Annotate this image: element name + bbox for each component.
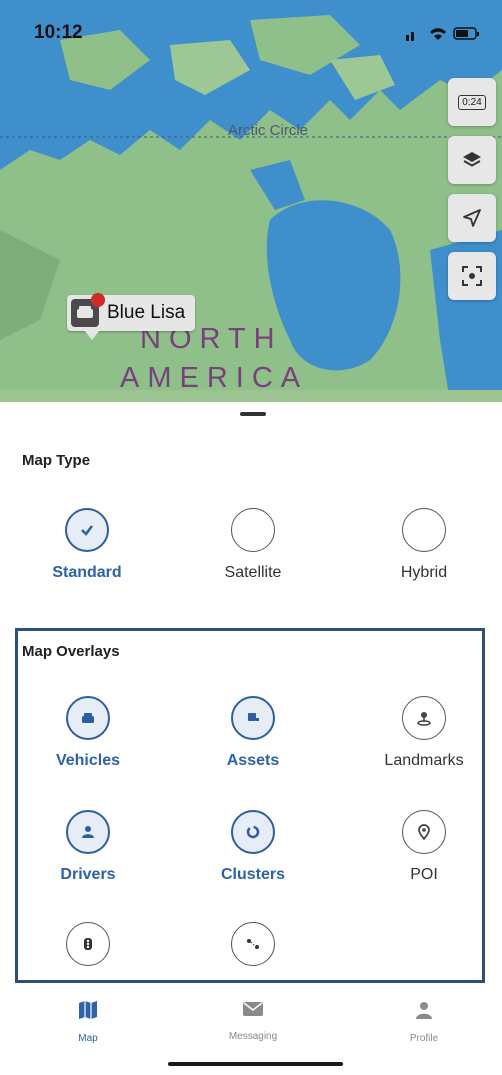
person-icon <box>416 1002 432 1019</box>
overlay-landmarks[interactable]: Landmarks <box>364 696 484 770</box>
alert-dot <box>91 293 105 307</box>
overlay-clusters[interactable]: Clusters <box>193 810 313 884</box>
driver-icon <box>66 810 110 854</box>
recenter-button[interactable] <box>448 252 496 300</box>
status-time: 10:12 <box>34 22 83 43</box>
tab-label: Map <box>78 1033 98 1044</box>
overlay-assets[interactable]: Assets <box>193 696 313 770</box>
tab-map[interactable]: Map <box>28 1000 148 1044</box>
radio-empty-icon <box>231 508 275 552</box>
overlay-label: Clusters <box>220 866 286 883</box>
vehicle-marker[interactable]: Blue Lisa <box>67 293 196 331</box>
overlay-routes[interactable] <box>193 922 313 978</box>
overlay-poi[interactable]: POI <box>364 810 484 884</box>
check-icon <box>65 508 109 552</box>
sheet-grabber[interactable] <box>240 412 266 416</box>
tab-messaging[interactable]: Messaging <box>193 1000 313 1042</box>
tab-profile[interactable]: Profile <box>364 1000 484 1044</box>
tab-label: Profile <box>409 1033 439 1044</box>
continent-label-line2: AMERICA <box>120 362 309 394</box>
overlay-vehicles[interactable]: Vehicles <box>28 696 148 770</box>
overlay-label: Vehicles <box>55 752 121 769</box>
location-arrow-icon <box>463 209 481 227</box>
map-overlays-title: Map Overlays <box>22 643 120 660</box>
landmark-pin-icon <box>402 696 446 740</box>
status-bar: 10:12 <box>0 0 502 70</box>
replay-button[interactable]: 0:24 <box>448 78 496 126</box>
mail-icon <box>243 1002 263 1016</box>
cluster-icon <box>231 810 275 854</box>
layers-icon <box>463 152 481 167</box>
map-type-label: Standard <box>52 564 122 581</box>
home-indicator[interactable] <box>168 1062 343 1066</box>
overlay-traffic[interactable] <box>28 922 148 978</box>
radio-empty-icon <box>402 508 446 552</box>
car-icon <box>66 696 110 740</box>
location-button[interactable] <box>448 194 496 242</box>
replay-icon: 0:24 <box>458 94 486 110</box>
focus-icon <box>462 266 482 286</box>
route-icon <box>231 922 275 966</box>
traffic-light-icon <box>66 922 110 966</box>
vehicle-marker-pointer <box>85 331 99 340</box>
map-type-standard[interactable]: Standard <box>27 508 147 582</box>
vehicle-label: Blue Lisa <box>107 302 186 323</box>
overlay-label: Drivers <box>60 866 116 883</box>
arctic-circle-label: Arctic Circle <box>228 122 309 139</box>
trailer-icon <box>231 696 275 740</box>
status-icons <box>406 27 479 41</box>
map-view[interactable]: 10:12 Arctic Circle NORTH AMERICA 0:24 B… <box>0 0 502 402</box>
map-type-satellite[interactable]: Satellite <box>193 508 313 582</box>
tab-label: Messaging <box>228 1031 278 1042</box>
map-icon <box>79 1001 97 1019</box>
map-type-hybrid[interactable]: Hybrid <box>364 508 484 582</box>
vehicle-icon <box>71 293 105 327</box>
overlay-drivers[interactable]: Drivers <box>28 810 148 884</box>
map-type-label: Hybrid <box>400 564 448 581</box>
map-type-label: Satellite <box>224 564 282 581</box>
map-type-title: Map Type <box>22 452 91 469</box>
layers-button[interactable] <box>448 136 496 184</box>
overlay-label: Landmarks <box>384 752 464 769</box>
overlay-label: Assets <box>226 752 280 769</box>
overlay-label: POI <box>410 866 438 883</box>
poi-pin-icon <box>402 810 446 854</box>
